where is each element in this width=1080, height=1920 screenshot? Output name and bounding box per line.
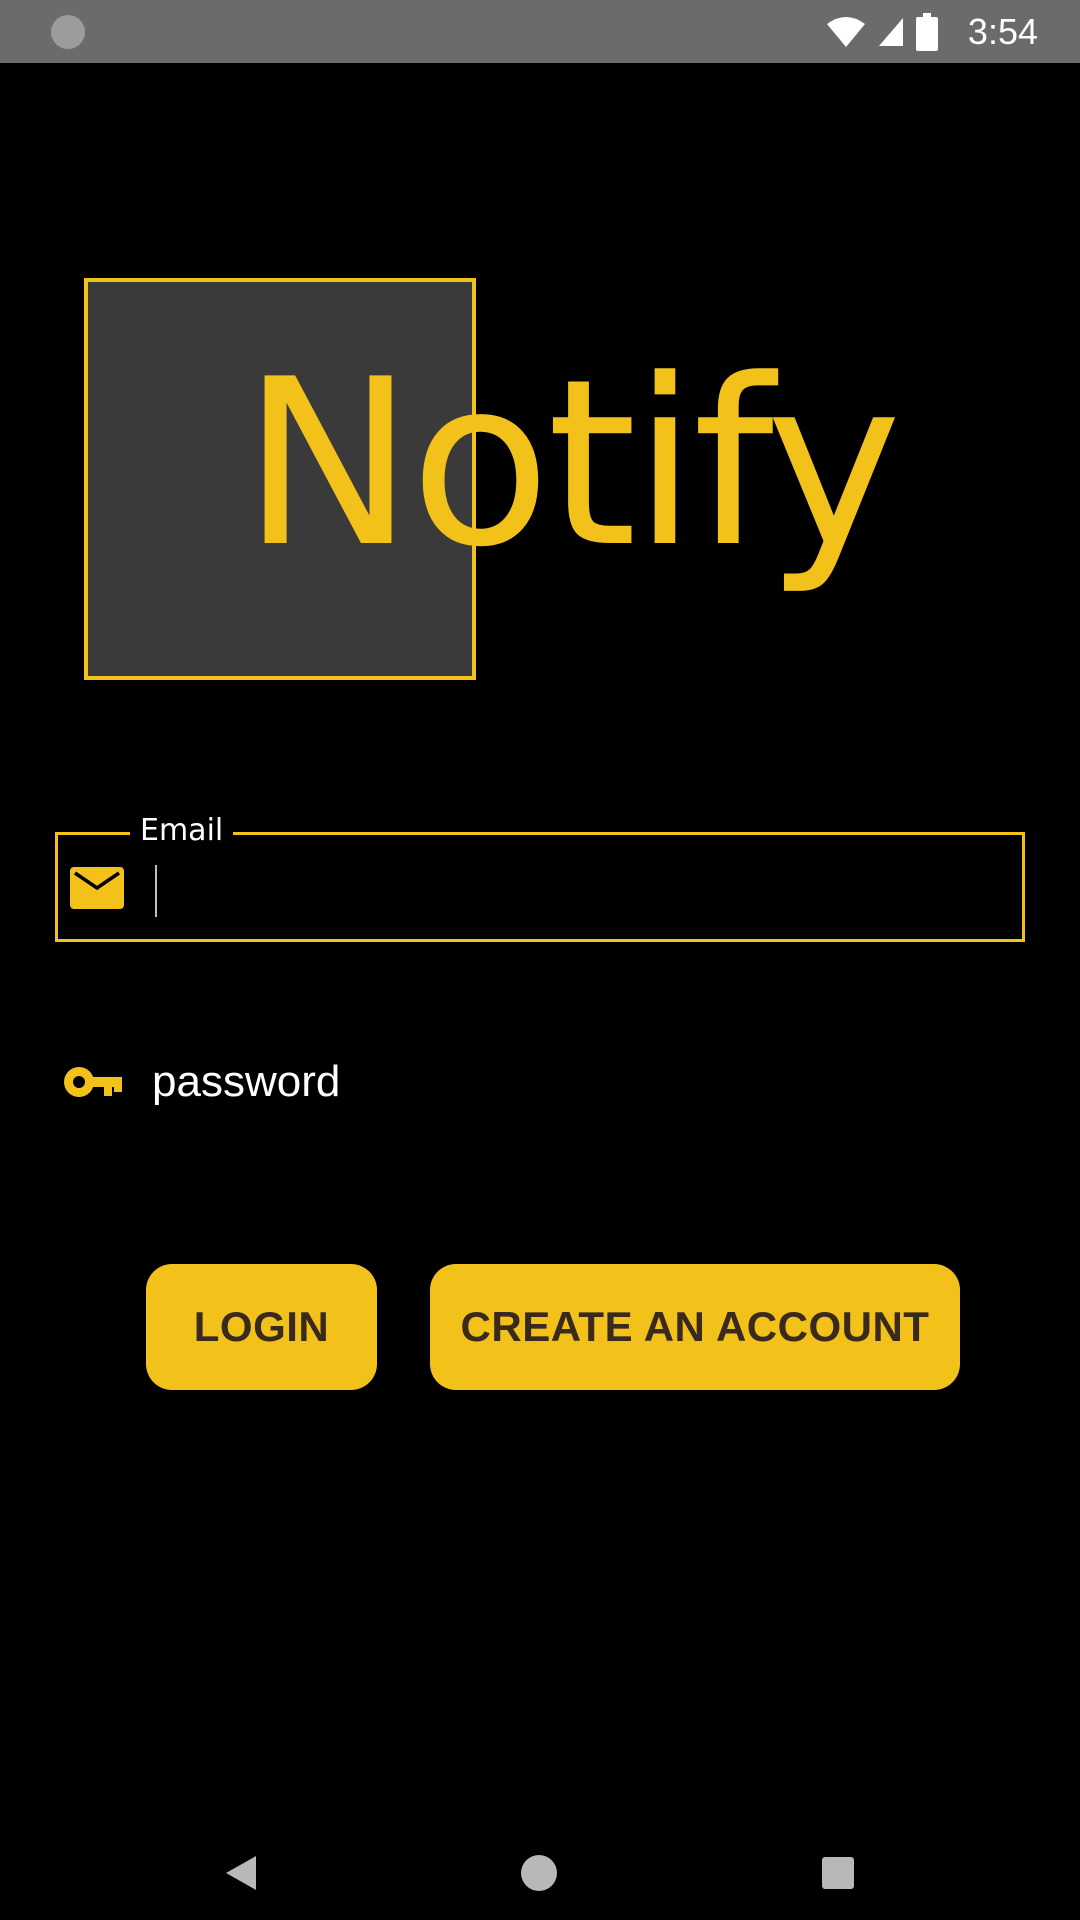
create-account-button[interactable]: CREATE AN ACCOUNT (430, 1264, 960, 1390)
wifi-icon (826, 17, 865, 47)
mail-icon (70, 867, 124, 909)
email-input[interactable] (150, 845, 1010, 929)
text-caret (155, 865, 157, 917)
back-icon[interactable] (226, 1856, 256, 1890)
navigation-bar (0, 1800, 1080, 1920)
status-bar: 3:54 (0, 0, 1080, 63)
email-field[interactable]: Email (55, 811, 1025, 942)
cell-signal-icon (878, 18, 903, 46)
status-time: 3:54 (967, 11, 1038, 52)
status-icons: 3:54 (826, 10, 1038, 54)
password-input[interactable] (152, 1050, 1012, 1114)
notification-dot-icon (51, 15, 85, 49)
battery-icon (915, 13, 938, 51)
login-button[interactable]: LOGIN (146, 1264, 377, 1390)
home-icon[interactable] (521, 1855, 557, 1891)
app-logo-text: Notify (242, 331, 902, 598)
recents-icon[interactable] (822, 1857, 854, 1889)
key-icon (64, 1067, 122, 1097)
